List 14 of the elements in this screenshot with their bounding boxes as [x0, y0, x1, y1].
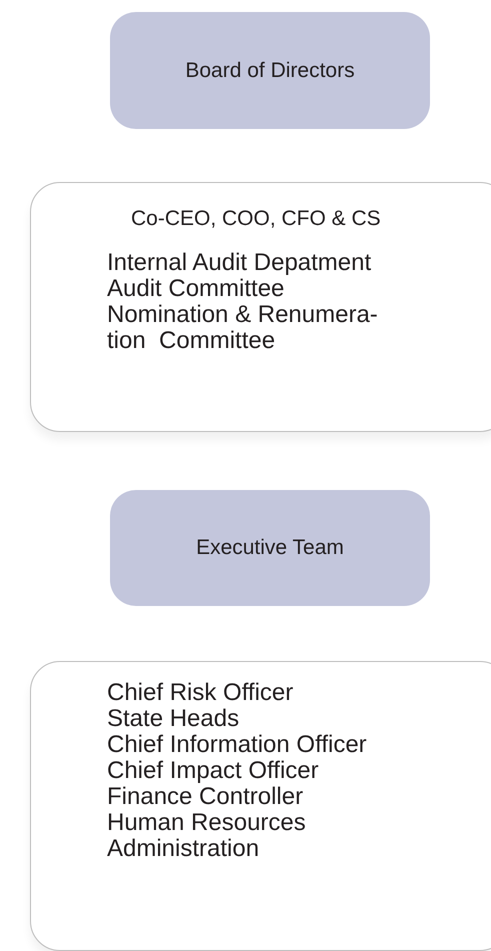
- role-text: Human Resources: [107, 810, 307, 836]
- panel-heading: Co-CEO, COO, CFO & CS: [131, 206, 382, 232]
- role-text: Chief Risk Officer: [107, 680, 294, 706]
- role-text: Nomination & Renumera-: [107, 302, 379, 328]
- role-text: Finance Controller: [107, 784, 304, 810]
- role-text: Internal Audit Depatment: [107, 250, 372, 276]
- role-text: State Heads: [107, 706, 240, 732]
- role-text: Chief Information Officer: [107, 732, 368, 758]
- box-title: Executive Team: [196, 535, 344, 561]
- role-text: tion Committee: [107, 328, 276, 354]
- role-text: Administration: [107, 836, 260, 862]
- box-title: Board of Directors: [185, 58, 355, 84]
- role-text: Chief Impact Officer: [107, 758, 320, 784]
- role-text: Audit Committee: [107, 276, 286, 302]
